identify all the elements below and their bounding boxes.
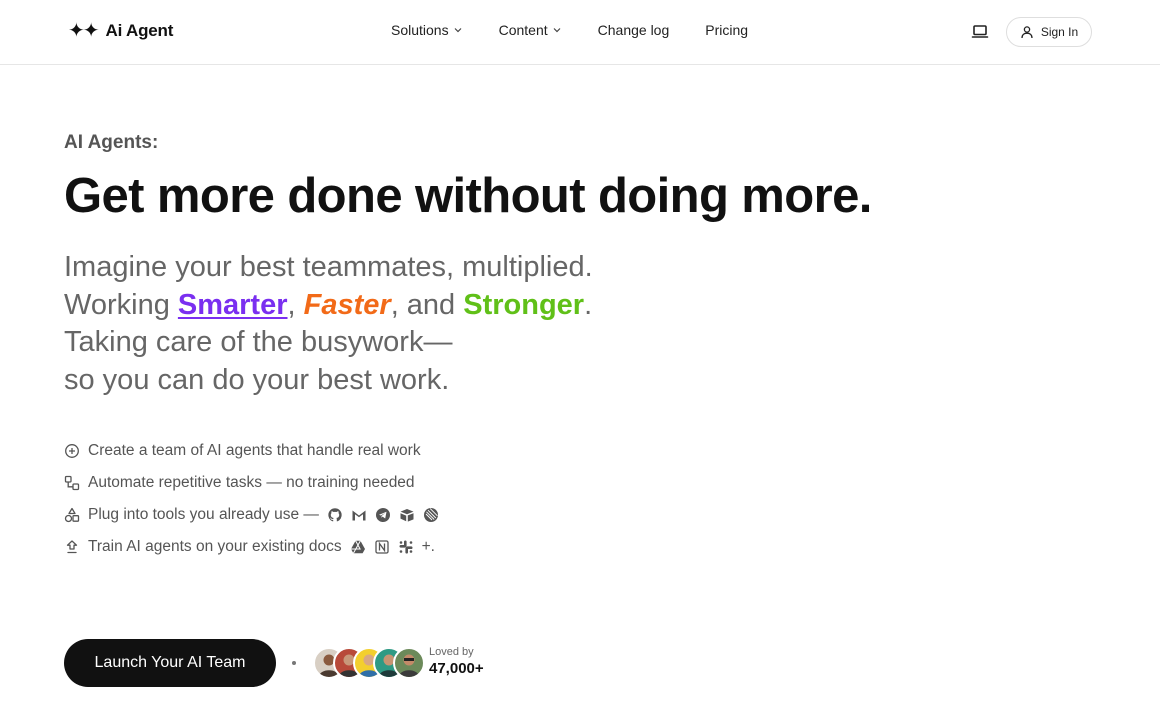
shapes-icon: [64, 507, 80, 523]
sign-in-label: Sign In: [1040, 25, 1079, 39]
user-icon: [1021, 26, 1033, 39]
lead-and: , and: [390, 288, 464, 321]
separator-dot: [292, 661, 296, 665]
nav-item-label: Solutions: [391, 22, 449, 38]
linear-icon[interactable]: [423, 507, 439, 523]
nav-item-content[interactable]: Content: [499, 22, 562, 38]
github-icon[interactable]: [327, 507, 343, 523]
feature-text: Create a team of AI agents that handle r…: [88, 442, 421, 459]
feature-item: Create a team of AI agents that handle r…: [64, 440, 439, 462]
feature-text: Automate repetitive tasks — no training …: [88, 474, 415, 491]
lead-period: .: [584, 288, 593, 321]
nav-item-label: Content: [498, 22, 548, 38]
laptop-icon[interactable]: [970, 22, 990, 42]
lead-line-2: Working Smarter, Faster, and Stronger.: [64, 287, 593, 325]
social-proof-label: Loved by: [429, 646, 474, 658]
lead-working: Working: [64, 288, 178, 321]
slack-icon[interactable]: [398, 539, 414, 555]
gmail-icon[interactable]: [351, 507, 367, 523]
nav-item-solutions[interactable]: Solutions: [391, 22, 463, 38]
google-drive-icon[interactable]: [350, 539, 366, 555]
more-tools-suffix: +.: [421, 538, 435, 555]
hero-lead: Imagine your best teammates, multiplied.…: [64, 249, 593, 399]
chevron-down-icon: [454, 28, 462, 33]
social-proof-count: 47,000+: [429, 660, 484, 677]
hero-eyebrow: AI Agents:: [64, 132, 159, 153]
hero-headline: Get more done without doing more.: [64, 169, 872, 223]
faster-word: Faster: [303, 288, 391, 321]
airtable-icon[interactable]: [399, 507, 415, 523]
lead-line-1: Imagine your best teammates, multiplied.: [64, 251, 593, 283]
smarter-link[interactable]: Smarter: [178, 289, 288, 321]
feature-item: Automate repetitive tasks — no training …: [64, 472, 439, 494]
stronger-word: Stronger: [463, 288, 585, 321]
main-nav: Solutions Content Change log Pricing: [391, 22, 748, 38]
lead-line-4: so you can do your best work.: [64, 363, 450, 396]
plus-circle-icon: [65, 444, 79, 458]
sparkle-icon: ✦✦: [68, 20, 99, 42]
nav-item-pricing[interactable]: Pricing: [705, 22, 748, 38]
upload-icon: [66, 540, 78, 554]
telegram-icon[interactable]: [375, 507, 391, 523]
workflow-icon: [64, 475, 80, 491]
chevron-down-icon: [553, 28, 561, 33]
feature-list: Create a team of AI agents that handle r…: [64, 440, 439, 568]
feature-text: Plug into tools you already use —: [88, 506, 319, 523]
lead-comma: ,: [287, 288, 304, 321]
user-avatar-stack: [313, 647, 425, 679]
brand-name: Ai Agent: [105, 21, 174, 40]
avatar: [393, 647, 425, 679]
nav-item-label: Pricing: [705, 22, 749, 38]
nav-item-change-log[interactable]: Change log: [598, 22, 670, 38]
sign-in-button[interactable]: Sign In: [1006, 17, 1092, 47]
feature-item: Plug into tools you already use —: [64, 504, 439, 526]
brand-logo[interactable]: ✦✦ Ai Agent: [68, 20, 173, 42]
launch-ai-team-button[interactable]: Launch Your AI Team: [64, 639, 276, 687]
lead-line-3: Taking care of the busywork—: [64, 326, 453, 358]
feature-text: Train AI agents on your existing docs: [88, 538, 342, 555]
nav-item-label: Change log: [597, 22, 670, 38]
top-navigation-bar: ✦✦ Ai Agent Solutions Content Change log…: [0, 0, 1160, 65]
feature-item: Train AI agents on your existing docs +.: [64, 536, 439, 558]
social-proof: Loved by 47,000+: [429, 646, 484, 678]
notion-icon[interactable]: [374, 539, 390, 555]
